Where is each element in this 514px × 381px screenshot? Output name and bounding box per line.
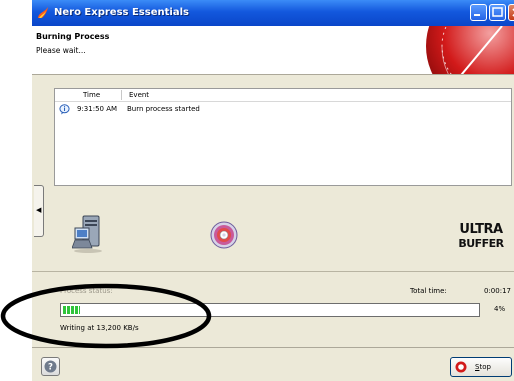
window-title: Nero Express Essentials [54,7,189,18]
nero-flame-icon [38,7,48,18]
ultra-buffer-logo: ULTRA BUFFER [458,222,505,250]
page-header: Burning Process Please wait... [32,26,514,74]
disc-icon [210,221,238,249]
info-balloon-icon: i [59,104,70,115]
progress-bar [60,303,480,317]
help-button[interactable]: ? [41,357,60,376]
progress-panel: Process status: Total time: 0:00:17 4% W… [32,271,514,347]
table-row[interactable]: i 9:31:50 AM Burn process started [55,103,511,115]
title-bar[interactable]: Nero Express Essentials [32,0,514,26]
header-divider [32,74,514,75]
row-event: Burn process started [127,105,200,113]
log-header: Time Event [55,89,511,102]
logo-line-1: ULTRA [459,222,503,237]
close-icon [512,8,514,17]
svg-text:i: i [63,106,65,113]
column-header-event[interactable]: Event [129,91,149,99]
minimize-icon [474,14,480,16]
minimize-button[interactable] [470,4,487,21]
chevron-left-icon: ◀ [36,206,42,214]
computer-icon [72,215,102,253]
row-time: 9:31:50 AM [77,105,118,113]
svg-text:?: ? [48,363,53,373]
progress-percent: 4% [494,305,506,313]
page-title: Burning Process [36,32,110,41]
maximize-button[interactable] [489,4,506,21]
side-panel-toggle[interactable]: ◀ [34,185,44,237]
progress-fill [63,306,80,314]
page-subtitle: Please wait... [36,46,86,55]
help-icon: ? [44,360,57,373]
footer-divider [32,347,514,348]
stop-icon [455,361,467,373]
writing-speed: Writing at 13,200 KB/s [60,324,139,332]
column-header-time[interactable]: Time [83,91,100,99]
process-status-label: Process status: [60,287,113,295]
maximize-icon [492,7,503,17]
close-button[interactable] [508,4,514,21]
event-log-list[interactable]: Time Event i 9:31:50 AM Burn process sta… [54,88,512,186]
total-time-label: Total time: [410,287,447,295]
stop-button-label: Stop [475,363,491,371]
app-window: Nero Express Essentials Burning Process … [32,0,514,381]
stop-button[interactable]: Stop [450,357,512,377]
column-divider[interactable] [121,90,122,100]
total-time-value: 0:00:17 [484,287,511,295]
logo-line-2: BUFFER [458,237,504,250]
speed-dial-graphic [426,26,514,74]
